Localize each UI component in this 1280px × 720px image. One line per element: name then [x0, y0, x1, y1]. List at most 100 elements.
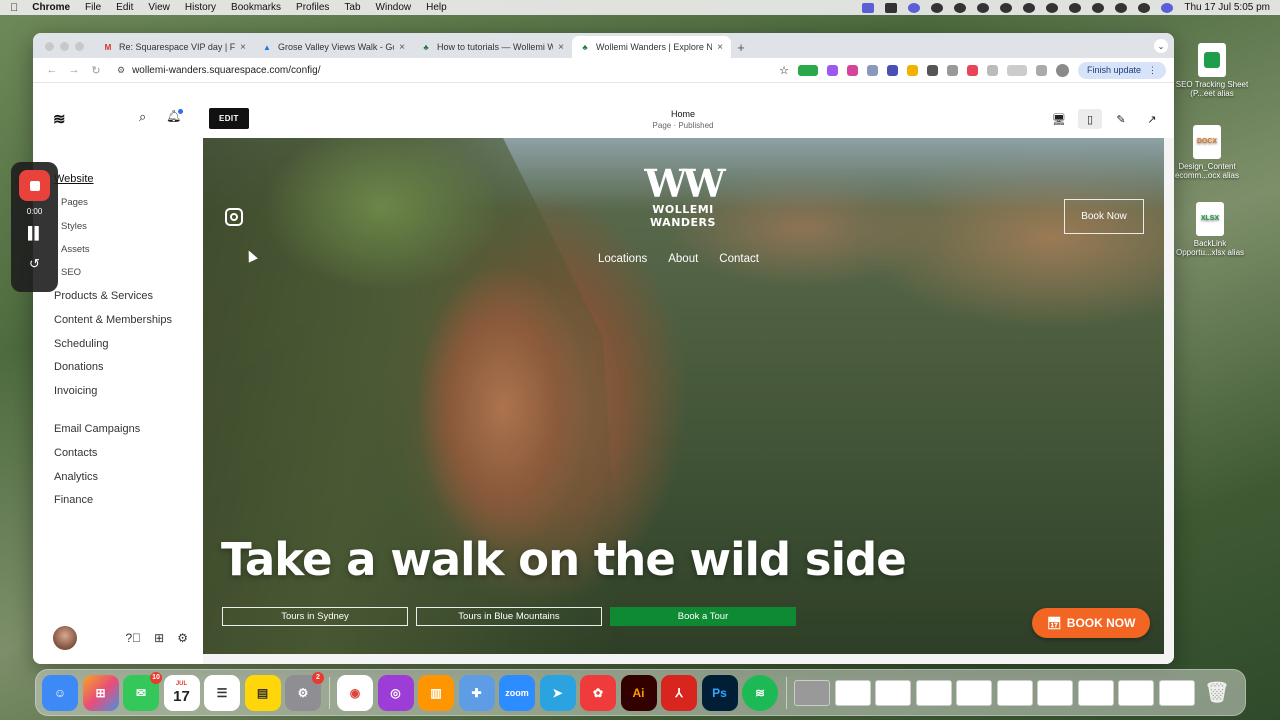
- cloud-status-icon[interactable]: [1023, 2, 1036, 13]
- menu-window[interactable]: Window: [376, 2, 412, 13]
- desktop-file-backlink[interactable]: XLSX BackLink Opportu...xlsx alias: [1170, 202, 1250, 257]
- tab-wollemi-wanders-active[interactable]: ♣ Wollemi Wanders | Explore Na ×: [572, 36, 731, 58]
- sidebar-item-email-campaigns[interactable]: Email Campaigns: [54, 423, 140, 435]
- reload-icon[interactable]: ↻: [85, 64, 107, 77]
- minimized-window-thumb[interactable]: [1118, 679, 1154, 706]
- minimized-window-thumb[interactable]: [794, 679, 830, 706]
- menubar-clock[interactable]: Thu 17 Jul 5:05 pm: [1184, 2, 1270, 13]
- acrobat-icon[interactable]: ⅄: [661, 674, 697, 711]
- extension-icon[interactable]: [926, 64, 938, 76]
- open-external-arrow-icon[interactable]: ↗: [1140, 109, 1164, 129]
- search-icon[interactable]: ⌕: [139, 109, 146, 125]
- menu-help[interactable]: Help: [426, 2, 447, 13]
- site-logo[interactable]: WW WOLLEMI WANDERS: [623, 163, 743, 230]
- sidebar-item-assets[interactable]: Assets: [61, 244, 90, 255]
- tours-blue-mountains-button[interactable]: Tours in Blue Mountains: [416, 607, 602, 626]
- restart-icon[interactable]: ↺: [29, 256, 40, 272]
- squarespace-logo-icon[interactable]: ≋: [53, 110, 66, 128]
- system-settings-icon[interactable]: ⚙ 2: [285, 671, 324, 711]
- address-bar[interactable]: ⚙ wollemi-wanders.squarespace.com/config…: [117, 65, 321, 76]
- minimized-window-thumb[interactable]: [834, 679, 871, 706]
- sidebar-item-contacts[interactable]: Contacts: [54, 447, 97, 459]
- finder-icon[interactable]: ☺: [42, 674, 78, 711]
- desktop-file-design-content[interactable]: DOCX Design_Content ecomm...ocx alias: [1167, 125, 1247, 180]
- menu-file[interactable]: File: [85, 2, 101, 13]
- zoom-status-icon[interactable]: [908, 2, 921, 13]
- control-center-icon[interactable]: [1138, 2, 1151, 13]
- close-tab-icon[interactable]: ×: [717, 42, 723, 53]
- extension-icon[interactable]: [826, 64, 838, 76]
- sidebar-item-content-memberships[interactable]: Content & Memberships: [54, 314, 172, 326]
- reminders-icon[interactable]: ☰: [204, 674, 240, 711]
- siri-icon[interactable]: [1161, 2, 1174, 13]
- design-brush-icon[interactable]: ✎: [1109, 109, 1133, 129]
- play-icon[interactable]: [1069, 2, 1082, 13]
- zoom-icon[interactable]: zoom: [499, 674, 535, 711]
- extension-icon[interactable]: [946, 64, 958, 76]
- extension-icon[interactable]: [797, 64, 818, 76]
- header-book-now-button[interactable]: Book Now: [1064, 199, 1144, 234]
- craft-icon[interactable]: ✿: [580, 674, 616, 711]
- close-tab-icon[interactable]: ×: [558, 42, 564, 53]
- calendar-app-icon[interactable]: JUL 17: [163, 674, 200, 711]
- tours-sydney-button[interactable]: Tours in Sydney: [222, 607, 408, 626]
- extensions-puzzle-icon[interactable]: [986, 64, 998, 76]
- book-a-tour-button[interactable]: Book a Tour: [610, 607, 796, 626]
- minimized-window-thumb[interactable]: [1158, 679, 1195, 706]
- wifi-icon[interactable]: [1092, 2, 1105, 13]
- close-tab-icon[interactable]: ×: [240, 42, 246, 53]
- dropbox-icon[interactable]: [977, 2, 990, 13]
- extension-icon[interactable]: [966, 64, 978, 76]
- sidebar-item-products-services[interactable]: Products & Services: [54, 290, 153, 302]
- user-icon[interactable]: [1046, 2, 1059, 13]
- menu-edit[interactable]: Edit: [116, 2, 133, 13]
- notes-icon[interactable]: ▤: [244, 674, 281, 711]
- color-picker-icon[interactable]: ✚: [458, 674, 495, 711]
- books-icon[interactable]: ▥: [418, 674, 454, 711]
- reading-list-icon[interactable]: [1006, 64, 1027, 76]
- settings-gear-icon[interactable]: ⚙: [177, 631, 188, 645]
- spotlight-search-icon[interactable]: [1115, 2, 1128, 13]
- user-avatar[interactable]: [53, 626, 77, 650]
- site-nav-about[interactable]: About: [668, 253, 698, 265]
- sidebar-item-pages[interactable]: Pages: [61, 197, 88, 208]
- notification-bell-icon[interactable]: 🔔︎: [166, 109, 184, 123]
- book-now-floating-button[interactable]: 📅︎ BOOK NOW: [1032, 608, 1150, 638]
- tab-google-drive[interactable]: ▲ Grose Valley Views Walk - Go ×: [254, 36, 413, 58]
- creative-cloud-icon[interactable]: [954, 2, 967, 13]
- extension-icon[interactable]: [906, 64, 918, 76]
- bookmark-star-icon[interactable]: ☆: [779, 64, 789, 77]
- close-tab-icon[interactable]: ×: [399, 42, 405, 53]
- pause-icon[interactable]: ▌▌: [28, 226, 43, 240]
- sidebar-item-website[interactable]: Website: [54, 173, 94, 185]
- extension-status-icon[interactable]: [931, 2, 944, 13]
- sidebar-item-invoicing[interactable]: Invoicing: [54, 385, 97, 397]
- photoshop-icon[interactable]: Ps: [701, 674, 738, 711]
- menu-view[interactable]: View: [148, 2, 170, 13]
- launchpad-icon[interactable]: ⊞: [82, 674, 119, 711]
- extension-icon[interactable]: [866, 64, 878, 76]
- zoom-window-button[interactable]: [75, 42, 84, 51]
- menu-history[interactable]: History: [185, 2, 216, 13]
- stop-recording-button[interactable]: [19, 170, 50, 201]
- minimized-window-thumb[interactable]: [875, 679, 911, 706]
- minimized-window-thumb[interactable]: [915, 679, 952, 706]
- screen-record-icon[interactable]: [862, 2, 875, 13]
- new-tab-button[interactable]: +: [731, 36, 751, 58]
- sidebar-item-donations[interactable]: Donations: [54, 361, 104, 373]
- close-window-button[interactable]: [45, 42, 54, 51]
- sidebar-item-seo[interactable]: SEO: [61, 267, 81, 278]
- apps-grid-icon[interactable]: ⊞: [154, 631, 164, 645]
- telegram-icon[interactable]: ➤: [539, 674, 576, 711]
- messages-icon[interactable]: ✉ 10: [123, 671, 162, 711]
- finish-update-button[interactable]: Finish update ⋮: [1077, 61, 1166, 79]
- menu-profiles[interactable]: Profiles: [296, 2, 329, 13]
- help-icon[interactable]: ?⃝: [125, 631, 141, 645]
- site-nav-contact[interactable]: Contact: [719, 253, 759, 265]
- download-icon[interactable]: [1035, 64, 1047, 76]
- tab-search-chevron-icon[interactable]: ⌄: [1154, 39, 1168, 53]
- minimized-window-thumb[interactable]: [996, 679, 1033, 706]
- minimized-window-thumb[interactable]: [956, 679, 992, 706]
- site-settings-icon[interactable]: ⚙: [117, 65, 125, 76]
- edit-button[interactable]: EDIT: [209, 108, 249, 129]
